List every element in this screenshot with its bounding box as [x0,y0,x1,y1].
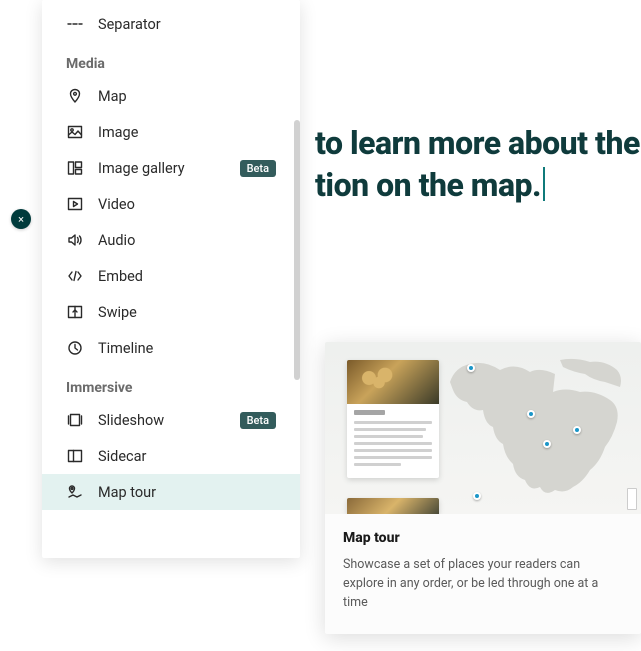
menu-item-image[interactable]: Image [42,114,300,150]
beta-badge: Beta [240,412,276,429]
video-icon [66,195,84,213]
menu-item-label: Audio [98,232,276,249]
tooltip-title: Map tour [343,530,623,546]
block-tooltip: Map tour Showcase a set of places your r… [325,342,641,634]
menu-item-audio[interactable]: Audio [42,222,300,258]
menu-item-sidecar[interactable]: Sidecar [42,438,300,474]
menu-item-slideshow[interactable]: SlideshowBeta [42,402,300,438]
sidecar-icon [66,447,84,465]
editor-background-text: to learn more about the tion on the map. [315,123,640,206]
map-illustration [445,352,625,507]
menu-item-label: Map tour [98,484,276,501]
tooltip-description: Showcase a set of places your readers ca… [343,556,623,612]
audio-icon [66,231,84,249]
separator-icon [66,15,84,33]
section-header: Immersive [42,366,300,402]
block-picker-panel: SeparatorMediaMapImageImage galleryBetaV… [42,0,300,558]
image-icon [66,123,84,141]
map-pin-icon [543,440,551,448]
bg-line-1: to learn more about the [315,123,640,165]
block-picker-list: SeparatorMediaMapImageImage galleryBetaV… [42,0,300,558]
map-icon [66,87,84,105]
map-zoom-control-icon [627,488,637,510]
menu-item-label: Timeline [98,340,276,357]
preview-card-secondary [347,498,439,514]
maptour-icon [66,483,84,501]
map-pin-icon [573,426,581,434]
menu-item-map[interactable]: Map [42,78,300,114]
menu-item-label: Sidecar [98,448,276,465]
scrollbar-track [294,0,300,558]
menu-item-label: Separator [98,16,276,33]
menu-item-embed[interactable]: Embed [42,258,300,294]
gallery-icon [66,159,84,177]
menu-item-label: Image gallery [98,160,240,177]
text-cursor [543,167,545,201]
preview-card-text [347,404,439,478]
map-pin-icon [467,364,475,372]
menu-item-separator[interactable]: Separator [42,6,300,42]
close-icon: × [18,213,24,226]
menu-item-swipe[interactable]: Swipe [42,294,300,330]
menu-item-label: Embed [98,268,276,285]
menu-item-label: Slideshow [98,412,240,429]
slideshow-icon [66,411,84,429]
menu-item-maptour[interactable]: Map tour [42,474,300,510]
preview-card-image [347,360,439,404]
timeline-icon [66,339,84,357]
beta-badge: Beta [240,160,276,177]
map-pin-icon [527,410,535,418]
tooltip-preview [325,342,641,514]
menu-item-video[interactable]: Video [42,186,300,222]
scrollbar-thumb[interactable] [294,120,300,380]
swipe-icon [66,303,84,321]
embed-icon [66,267,84,285]
menu-item-label: Swipe [98,304,276,321]
menu-item-gallery[interactable]: Image galleryBeta [42,150,300,186]
menu-item-label: Video [98,196,276,213]
map-pin-icon [473,492,481,500]
preview-card [347,360,439,478]
menu-item-label: Map [98,88,276,105]
menu-item-timeline[interactable]: Timeline [42,330,300,366]
close-button[interactable]: × [11,209,31,229]
section-header: Media [42,42,300,78]
menu-item-label: Image [98,124,276,141]
bg-line-2: tion on the map. [315,166,541,204]
tooltip-body: Map tour Showcase a set of places your r… [325,514,641,634]
